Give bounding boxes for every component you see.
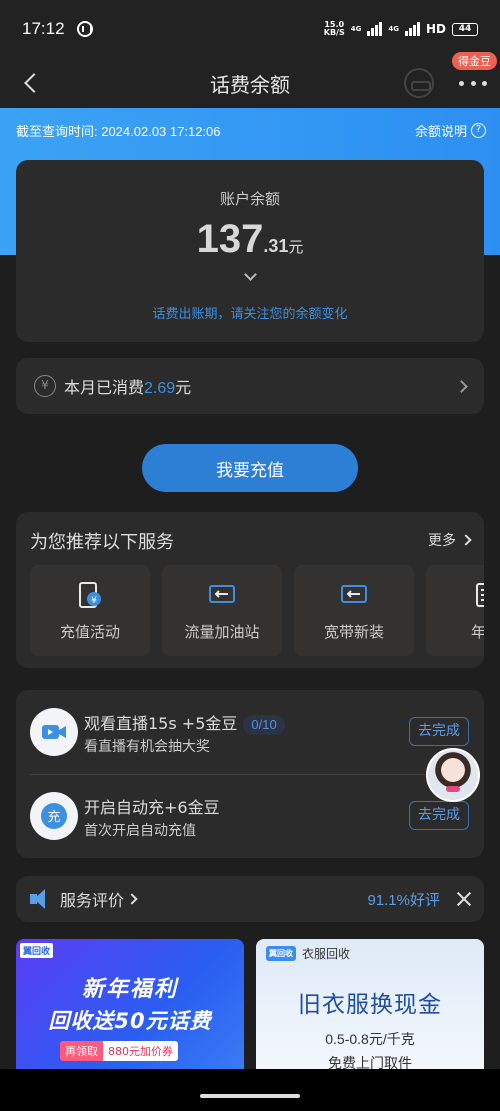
video-camera-icon xyxy=(30,708,78,756)
home-indicator[interactable] xyxy=(200,1094,300,1098)
back-arrow-icon xyxy=(24,73,44,93)
more-menu-button[interactable] xyxy=(455,70,491,96)
page-title: 话费余额 xyxy=(210,72,290,97)
task-complete-button[interactable]: 去完成 xyxy=(409,801,469,830)
balance-note-link[interactable]: 余额说明 ? xyxy=(415,121,486,140)
promo-banner-clothes[interactable]: 翼回收 衣服回收 旧衣服换现金 0.5-0.8元/千克 免费上门取件 xyxy=(256,939,484,1069)
recommend-tiles: ¥ 充值活动 流量加油站 宽带新装 年度 xyxy=(30,565,484,656)
recommend-more-link[interactable]: 更多 xyxy=(428,530,472,550)
tile-label: 宽带新装 xyxy=(323,623,384,641)
banner-price: 0.5-0.8元/千克 xyxy=(325,1031,415,1047)
task-desc: 看直播有机会抽大奖 xyxy=(84,739,210,755)
balance-integer: 137 xyxy=(196,217,264,261)
battery-icon: 44 xyxy=(452,22,478,36)
consume-value: 2.69 xyxy=(144,380,176,397)
expand-chevron-icon[interactable] xyxy=(243,268,257,281)
chevron-right-icon xyxy=(126,893,138,905)
recharge-button[interactable]: 我要充值 xyxy=(142,444,358,492)
signal-icon-2 xyxy=(404,22,420,36)
balance-card: 账户余额 137.31元 话费出账期，请关注您的余额变化 xyxy=(16,160,484,342)
gold-bean-badge[interactable]: 得金豆 xyxy=(452,52,497,70)
network-4g-label-2: 4G xyxy=(388,25,399,33)
assistant-avatar[interactable] xyxy=(426,748,480,802)
task-row-live: 观看直播15s +5金豆 0/10 看直播有机会抽大奖 去完成 xyxy=(16,690,484,774)
balance-tip: 话费出账期，请关注您的余额变化 xyxy=(152,307,348,322)
recommend-tile-broadband[interactable]: 宽带新装 xyxy=(294,565,414,656)
chevron-right-icon xyxy=(455,379,468,393)
recommend-tile-recharge-activity[interactable]: ¥ 充值活动 xyxy=(30,565,150,656)
task-desc: 首次开启自动充值 xyxy=(84,823,196,839)
balance-decimal: .31 xyxy=(263,236,289,256)
banner-title: 新年福利 xyxy=(81,977,178,1002)
back-button[interactable] xyxy=(16,68,46,98)
balance-label: 账户余额 xyxy=(219,190,280,208)
recommend-tile-annual[interactable]: 年度 xyxy=(426,565,484,656)
banner-title: 旧衣服换现金 xyxy=(298,992,442,1018)
task-complete-button[interactable]: 去完成 xyxy=(409,717,469,746)
close-icon[interactable] xyxy=(456,891,472,907)
signal-icon xyxy=(367,22,383,36)
network-4g-label-1: 4G xyxy=(350,25,362,33)
network-speed: 15.0 KB/S xyxy=(323,20,345,37)
task-progress: 0/10 xyxy=(243,715,285,735)
monthly-consumption-row[interactable]: ¥ 本月已消费2.69元 xyxy=(16,358,484,414)
task-card: 观看直播15s +5金豆 0/10 看直播有机会抽大奖 去完成 充 开启自动充+6… xyxy=(16,690,484,858)
data-arrow-icon xyxy=(208,581,236,609)
svg-text:¥: ¥ xyxy=(91,596,97,606)
speaker-icon xyxy=(28,888,50,910)
consume-unit: 元 xyxy=(175,378,192,397)
recommend-title: 为您推荐以下服务 xyxy=(30,532,174,553)
status-time: 17:12 xyxy=(22,19,65,38)
evaluation-score: 91.1%好评 xyxy=(367,891,440,909)
task-title: 开启自动充+6金豆 xyxy=(84,798,220,817)
task-row-autorecharge: 充 开启自动充+6金豆 首次开启自动充值 去完成 xyxy=(16,774,484,858)
balance-amount: 137.31元 xyxy=(16,217,484,262)
recommend-tile-data-station[interactable]: 流量加油站 xyxy=(162,565,282,656)
phone-yuan-icon: ¥ xyxy=(76,581,104,609)
tile-label: 充值活动 xyxy=(59,623,120,641)
service-evaluation-row[interactable]: 服务评价 91.1%好评 xyxy=(16,876,484,922)
status-indicators: 15.0 KB/S 4G 4G HD 44 xyxy=(324,21,478,37)
query-time: 截至查询时间: 2024.02.03 17:12:06 xyxy=(16,124,221,139)
customer-service-icon[interactable] xyxy=(404,68,434,98)
broadband-icon xyxy=(340,581,368,609)
banner-note: 免费上门取件 xyxy=(328,1056,412,1069)
task-title: 观看直播15s +5金豆 0/10 xyxy=(84,710,285,735)
recommend-card: 为您推荐以下服务 更多 ¥ 充值活动 流量加油站 宽带新装 年度 xyxy=(16,512,484,668)
banner-logo: 翼回收 xyxy=(20,943,54,958)
system-nav-bar xyxy=(0,1069,500,1111)
evaluation-label: 服务评价 xyxy=(60,891,125,910)
chong-icon: 充 xyxy=(30,792,78,840)
banner-logo: 翼回收 衣服回收 xyxy=(266,945,350,962)
status-bar: 17:12 15.0 KB/S 4G 4G HD 44 xyxy=(0,0,500,58)
promo-banner-recycle[interactable]: 翼回收 新年福利 回收送50元话费 再领取 880元加价券 xyxy=(16,939,244,1069)
tile-label: 流量加油站 xyxy=(184,623,260,641)
nav-bar: 话费余额 得金豆 xyxy=(0,52,500,108)
consume-prefix: 本月已消费 xyxy=(64,378,145,397)
banner-subtitle: 回收送50元话费 xyxy=(48,1009,212,1033)
notification-icon xyxy=(76,21,93,37)
tile-label: 年度 xyxy=(470,623,484,641)
yuan-icon: ¥ xyxy=(34,375,56,397)
chong-icon-text: 充 xyxy=(47,809,60,825)
banner-tags: 再领取 880元加价券 xyxy=(60,1041,178,1061)
balance-unit: 元 xyxy=(288,239,304,256)
document-icon xyxy=(472,581,484,609)
hd-indicator: HD xyxy=(425,22,446,36)
chevron-right-icon xyxy=(460,534,472,546)
question-icon: ? xyxy=(471,123,486,138)
